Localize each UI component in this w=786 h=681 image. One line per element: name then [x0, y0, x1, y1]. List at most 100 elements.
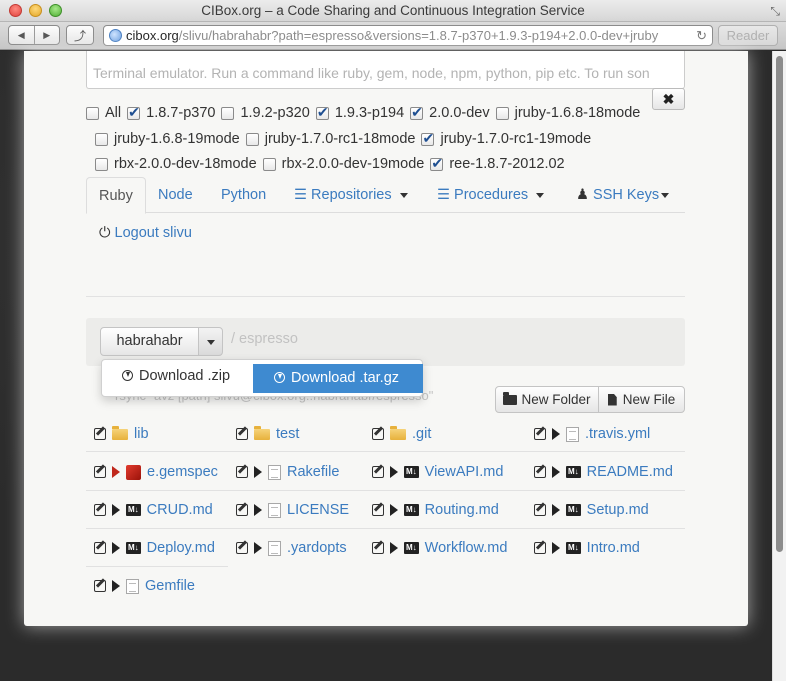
file-name[interactable]: LICENSE [287, 502, 349, 518]
download-targz-item[interactable]: Download .tar.gz [253, 364, 423, 393]
list-item[interactable]: .yardopts [236, 537, 347, 559]
play-icon[interactable] [254, 542, 262, 554]
file-name[interactable]: ViewAPI.md [425, 464, 504, 480]
version-option[interactable]: 1.9.3-p194 [315, 104, 404, 121]
scrollbar-thumb[interactable] [776, 56, 783, 552]
checkbox[interactable] [430, 155, 444, 172]
list-item[interactable]: M↓ Routing.md [372, 499, 499, 521]
file-name[interactable]: .yardopts [287, 540, 347, 556]
list-item[interactable]: M↓ ViewAPI.md [372, 461, 503, 483]
file-name[interactable]: Routing.md [425, 502, 499, 518]
edit-icon[interactable] [236, 542, 248, 554]
file-name[interactable]: test [276, 426, 299, 442]
version-option[interactable]: 2.0.0-dev [410, 104, 490, 121]
edit-icon[interactable] [94, 466, 106, 478]
version-option[interactable]: jruby-1.6.8-19mode [95, 131, 240, 147]
play-icon[interactable] [112, 542, 120, 554]
play-icon[interactable] [390, 504, 398, 516]
share-button[interactable]: ⤴ [66, 25, 94, 45]
play-icon[interactable] [390, 466, 398, 478]
edit-icon[interactable] [372, 504, 384, 516]
reload-icon[interactable]: ↻ [693, 26, 707, 45]
edit-icon[interactable] [94, 580, 106, 592]
version-all[interactable]: All [86, 105, 121, 121]
list-item[interactable]: M↓ Workflow.md [372, 537, 507, 559]
checkbox[interactable] [221, 106, 235, 120]
address-bar[interactable]: cibox.org/slivu/habrahabr?path=espresso&… [103, 25, 713, 46]
edit-icon[interactable] [236, 466, 248, 478]
list-item[interactable]: LICENSE [236, 499, 349, 521]
forward-button[interactable]: ▶ [35, 26, 60, 44]
edit-icon[interactable] [534, 542, 546, 554]
checkbox[interactable] [245, 132, 259, 146]
version-option[interactable]: rbx-2.0.0-dev-19mode [262, 156, 424, 172]
version-option[interactable]: ree-1.8.7-2012.02 [430, 155, 565, 172]
list-item[interactable]: M↓ README.md [534, 461, 673, 483]
file-name[interactable]: Rakefile [287, 464, 339, 480]
file-name[interactable]: Deploy.md [147, 540, 215, 556]
list-item[interactable]: e.gemspec [94, 461, 218, 483]
edit-icon[interactable] [94, 428, 106, 440]
list-item[interactable]: lib [94, 423, 149, 445]
fullscreen-icon[interactable]: ⤡ [770, 4, 780, 19]
tab-repositories[interactable]: ☰ Repositories [294, 177, 408, 213]
edit-icon[interactable] [372, 428, 384, 440]
terminal-input[interactable]: Terminal emulator. Run a command like ru… [86, 51, 685, 89]
play-icon[interactable] [390, 542, 398, 554]
file-name[interactable]: .git [412, 426, 431, 442]
version-option[interactable]: jruby-1.7.0-rc1-18mode [245, 131, 415, 147]
edit-icon[interactable] [534, 466, 546, 478]
user-dropdown-toggle[interactable] [198, 327, 223, 356]
user-button[interactable]: habrahabr [100, 327, 199, 356]
back-button[interactable]: ◀ [9, 26, 35, 44]
list-item[interactable]: Gemfile [94, 575, 195, 597]
version-option[interactable]: jruby-1.6.8-18mode [495, 105, 640, 121]
version-option[interactable]: jruby-1.7.0-rc1-19mode [421, 130, 591, 147]
edit-icon[interactable] [236, 504, 248, 516]
checkbox[interactable] [127, 104, 141, 121]
checkbox[interactable] [262, 157, 276, 171]
breadcrumb-path[interactable]: / espresso [231, 331, 298, 347]
play-icon[interactable] [552, 542, 560, 554]
checkbox[interactable] [315, 104, 329, 121]
list-item[interactable]: .git [372, 423, 431, 445]
edit-icon[interactable] [372, 466, 384, 478]
list-item[interactable]: M↓ Intro.md [534, 537, 640, 559]
new-file-button[interactable]: New File [599, 387, 684, 412]
list-item[interactable]: .travis.yml [534, 423, 650, 445]
list-item[interactable]: M↓ Deploy.md [94, 537, 215, 559]
edit-icon[interactable] [534, 504, 546, 516]
terminal-clear-button[interactable]: ✖ [652, 88, 685, 110]
logout-link[interactable]: ⏻ Logout slivu [99, 222, 192, 244]
tab-node[interactable]: Node [158, 177, 193, 213]
checkbox[interactable] [95, 157, 108, 171]
list-item[interactable]: M↓ Setup.md [534, 499, 649, 521]
file-name[interactable]: README.md [587, 464, 673, 480]
edit-icon[interactable] [372, 542, 384, 554]
tab-ruby[interactable]: Ruby [86, 177, 146, 214]
checkbox[interactable] [495, 106, 509, 120]
file-name[interactable]: Gemfile [145, 578, 195, 594]
file-name[interactable]: Setup.md [587, 502, 649, 518]
play-icon[interactable] [552, 466, 560, 478]
play-icon[interactable] [552, 428, 560, 440]
checkbox[interactable] [421, 130, 435, 147]
file-name[interactable]: lib [134, 426, 149, 442]
edit-icon[interactable] [534, 428, 546, 440]
play-icon[interactable] [254, 504, 262, 516]
list-item[interactable]: test [236, 423, 299, 445]
file-name[interactable]: CRUD.md [147, 502, 213, 518]
play-icon[interactable] [112, 580, 120, 592]
new-folder-button[interactable]: New Folder [496, 387, 599, 412]
reader-button[interactable]: Reader [718, 25, 778, 46]
file-name[interactable]: e.gemspec [147, 464, 218, 480]
list-item[interactable]: M↓ CRUD.md [94, 499, 213, 521]
tab-procedures[interactable]: ☰ Procedures [437, 177, 545, 213]
download-zip-item[interactable]: Download .zip [122, 368, 230, 384]
checkbox[interactable] [410, 104, 424, 121]
tab-ssh-keys[interactable]: ♟ SSH Keys [576, 177, 670, 213]
file-name[interactable]: .travis.yml [585, 426, 650, 442]
edit-icon[interactable] [94, 504, 106, 516]
list-item[interactable]: Rakefile [236, 461, 339, 483]
tab-python[interactable]: Python [221, 177, 266, 213]
